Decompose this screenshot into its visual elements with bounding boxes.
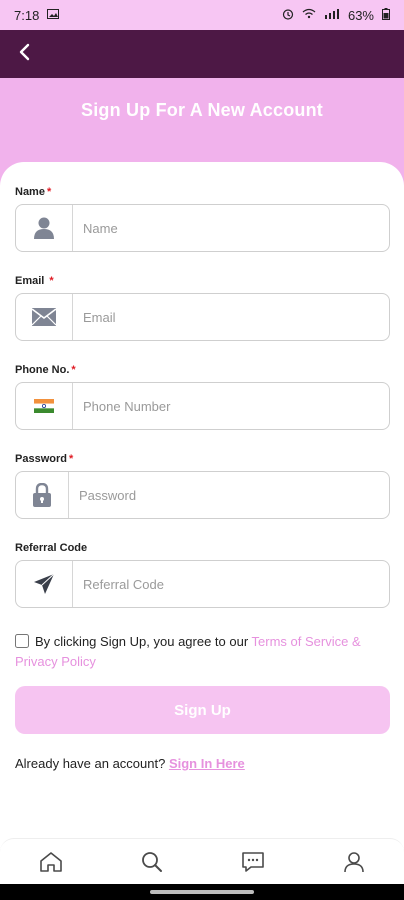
terms-text: By clicking Sign Up, you agree to our: [35, 634, 252, 649]
password-input[interactable]: [69, 472, 389, 518]
image-notification-icon: [47, 8, 60, 22]
referral-label: Referral Code: [15, 542, 88, 554]
signup-label: Sign Up: [174, 701, 231, 719]
status-bar: 7:18 63%: [0, 0, 404, 30]
search-icon: [141, 851, 163, 878]
bottom-navigation: [0, 838, 404, 889]
lock-icon: [16, 472, 69, 518]
password-label: Password *: [15, 453, 74, 465]
terms-consent: By clicking Sign Up, you agree to our Te…: [15, 632, 390, 672]
nav-messages[interactable]: [233, 844, 273, 884]
password-field[interactable]: [15, 471, 390, 519]
phone-field[interactable]: [15, 382, 390, 430]
status-right: 63%: [282, 7, 390, 23]
system-gesture-bar: [0, 884, 404, 900]
name-field[interactable]: [15, 204, 390, 252]
profile-icon: [343, 851, 365, 878]
alarm-icon: [282, 8, 294, 23]
email-label: Email *: [15, 275, 54, 287]
signin-prompt: Already have an account? Sign In Here: [15, 756, 245, 771]
referral-input[interactable]: [73, 561, 389, 607]
signup-form-card: Name* Email * Phone No.*: [0, 162, 404, 842]
referral-field-group: Referral Code: [15, 542, 390, 608]
signup-button[interactable]: Sign Up: [15, 686, 390, 734]
back-button[interactable]: [10, 40, 38, 68]
india-flag-icon: [16, 383, 73, 429]
email-input[interactable]: [73, 294, 389, 340]
phone-field-group: Phone No. *: [15, 364, 390, 430]
signal-icon: [324, 8, 340, 22]
terms-checkbox[interactable]: [15, 634, 29, 648]
nav-profile[interactable]: [334, 844, 374, 884]
phone-label: Phone No. *: [15, 364, 76, 376]
name-label: Name *: [15, 186, 52, 198]
password-field-group: Password *: [15, 453, 390, 519]
send-icon: [16, 561, 73, 607]
home-icon: [39, 851, 63, 878]
email-field[interactable]: [15, 293, 390, 341]
nav-home[interactable]: [31, 844, 71, 884]
wifi-icon: [302, 8, 316, 22]
battery-icon: [382, 7, 390, 23]
battery-percentage: 63%: [347, 7, 374, 23]
email-field-group: Email *: [15, 275, 390, 341]
status-left: 7:18: [14, 7, 60, 23]
signin-link[interactable]: Sign In Here: [169, 756, 245, 771]
chevron-left-icon: [18, 41, 30, 67]
name-input[interactable]: [73, 205, 389, 251]
referral-field[interactable]: [15, 560, 390, 608]
status-time: 7:18: [14, 7, 40, 23]
top-app-bar: [0, 30, 404, 78]
page-title: Sign Up For A New Account: [81, 100, 323, 120]
person-icon: [16, 205, 73, 251]
gesture-handle[interactable]: [150, 890, 254, 894]
messages-icon: [241, 851, 265, 878]
already-text: Already have an account?: [15, 756, 169, 771]
envelope-icon: [16, 294, 73, 340]
nav-search[interactable]: [132, 844, 172, 884]
name-field-group: Name *: [15, 186, 390, 252]
phone-input[interactable]: [73, 383, 389, 429]
